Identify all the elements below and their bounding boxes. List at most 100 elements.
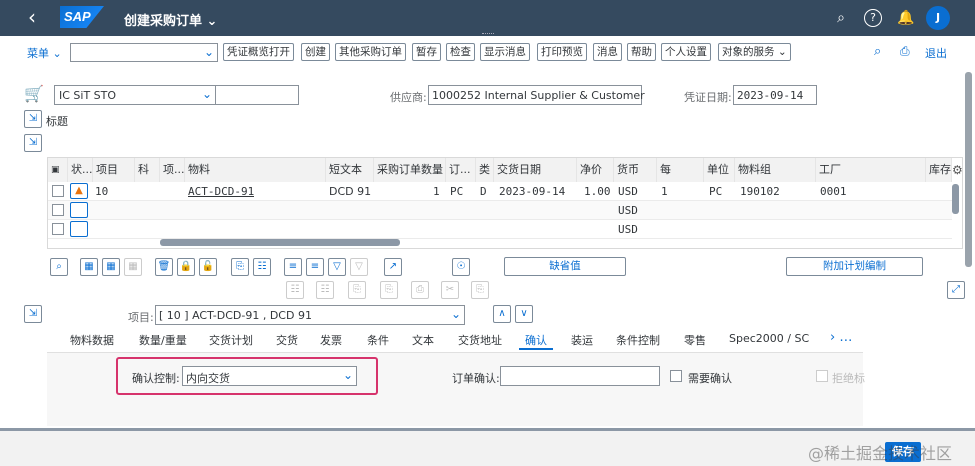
select-all-icon[interactable]: ▦ [80,258,98,276]
cell-short-text[interactable]: DCD 91 [329,182,371,201]
cell-qty[interactable]: 1 [433,182,440,201]
messages-button[interactable]: 消息 [593,43,622,61]
col-status[interactable]: 状... [68,158,93,182]
cell-delivery-date[interactable]: 2023-09-14 [499,182,565,201]
doc-date-field[interactable]: 2023-09-14 [733,85,817,105]
tab-delivery-schedule[interactable]: 交货计划 [209,332,253,348]
app-title[interactable]: 创建采购订单 ⌄ [124,10,217,29]
tree-expand-icon[interactable]: ☷ [316,281,334,299]
col-account[interactable]: 科 [135,158,160,182]
deselect-icon[interactable]: ▦ [102,258,120,276]
status-button[interactable] [70,202,88,218]
filter-icon[interactable]: ▽ [328,258,346,276]
conditions-icon[interactable]: ☉ [452,258,470,276]
tab-spec2000[interactable]: Spec2000 / SC [729,332,809,345]
sort-desc-icon[interactable]: ≡ [306,258,324,276]
hold-button[interactable]: 暂存 [412,43,441,61]
show-messages-button[interactable]: 显示消息 [480,43,530,61]
cell-net-price[interactable]: 1.00 [584,182,611,201]
unlock-icon[interactable]: 🔓 [199,258,217,276]
export-icon[interactable]: ↗ [384,258,402,276]
doc-type-select[interactable]: IC SiT STO ⌄ [54,85,216,105]
table-row[interactable]: ▲ 10 ACT-DCD-91 DCD 91 1 PC D 2023-09-14… [48,182,952,201]
printer-icon[interactable]: ⎙ [900,44,910,59]
paste-icon[interactable]: ⎘ [471,281,489,299]
cell-currency[interactable]: USD [618,182,638,201]
object-services-button[interactable]: 对象的服务 ⌄ [718,43,791,61]
col-cat[interactable]: 类 [476,158,494,182]
status-button[interactable] [70,221,88,237]
sort-asc-icon[interactable]: ≡ [284,258,302,276]
col-short-text[interactable]: 短文本 [326,158,374,182]
collapse-detail-icon[interactable]: ⇲ [24,305,42,323]
warning-icon[interactable]: ▲ [70,183,88,199]
additional-planning-button[interactable]: 附加计划编制 [786,257,923,276]
col-order-unit[interactable]: 订... [446,158,476,182]
col-item-cat[interactable]: 项... [160,158,185,182]
confirm-control-select[interactable]: 内向交货 ⌄ [182,366,357,386]
personal-settings-button[interactable]: 个人设置 [661,43,711,61]
tab-shipping[interactable]: 装运 [571,332,593,348]
prev-item-icon[interactable]: ∧ [493,305,511,323]
col-unit[interactable]: 单位 [704,158,735,182]
tab-retail[interactable]: 零售 [684,332,706,348]
po-number-field[interactable] [215,85,299,105]
bell-icon[interactable]: 🔔 [897,9,915,27]
col-material[interactable]: 物料 [185,158,326,182]
col-mat-group[interactable]: 物料组 [735,158,816,182]
col-item[interactable]: 项目 [93,158,135,182]
command-field[interactable]: ⌄ [70,43,218,62]
menu-button[interactable]: 菜单 ⌄ [27,45,62,61]
filter-clear-icon[interactable]: ▽ [350,258,368,276]
col-per[interactable]: 每 [657,158,704,182]
create-button[interactable]: 创建 [301,43,330,61]
cell-order-unit[interactable]: PC [450,182,463,201]
delete-icon[interactable]: 🗑 [155,258,173,276]
help-icon[interactable]: ? [864,9,882,27]
tab-more-icon[interactable]: › … [830,330,852,345]
order-confirm-field[interactable] [500,366,660,386]
row-checkbox[interactable] [52,223,64,235]
print-preview-button[interactable]: 打印预览 [537,43,587,61]
tab-quantity-weight[interactable]: 数量/重量 [139,332,187,348]
tab-delivery-address[interactable]: 交货地址 [458,332,502,348]
copy-icon[interactable]: ⎘ [231,258,249,276]
tab-material-data[interactable]: 物料数据 [70,332,114,348]
col-currency[interactable]: 货币 [614,158,657,182]
cell-mat-group[interactable]: 190102 [740,182,780,201]
exit-button[interactable]: 退出 [925,45,947,61]
tab-delivery[interactable]: 交货 [276,332,298,348]
select-all-icon[interactable]: ▣ [48,158,68,182]
next-item-icon[interactable]: ∨ [515,305,533,323]
col-po-qty[interactable]: 采购订单数量 [374,158,446,182]
structure-icon[interactable]: ☷ [253,258,271,276]
supplier-field[interactable]: 1000252 Internal Supplier & Customer [428,85,645,105]
check-button[interactable]: 检查 [446,43,475,61]
settings-gear-icon[interactable]: ⚙ [952,163,963,177]
col-net-price[interactable]: 净价 [577,158,614,182]
default-values-button[interactable]: 缺省值 [504,257,626,276]
col-plant[interactable]: 工厂 [816,158,926,182]
back-icon[interactable]: ‹ [28,6,50,28]
avatar[interactable]: J [926,6,950,30]
cell-currency[interactable]: USD [618,220,638,239]
expand-header-icon[interactable]: ⇲ [24,110,42,128]
other-po-button[interactable]: 其他采购订单 [335,43,406,61]
details-icon[interactable]: ⌕ [50,258,68,276]
table-row[interactable]: USD [48,201,952,220]
search-icon[interactable]: ⌕ [832,9,850,27]
tab-conditions[interactable]: 条件 [367,332,389,348]
tree-icon[interactable]: ☷ [286,281,304,299]
cell-cat[interactable]: D [480,182,487,201]
doc-edit-icon[interactable]: ⎘ [380,281,398,299]
tab-condition-control[interactable]: 条件控制 [616,332,660,348]
page-scrollbar[interactable] [965,72,972,267]
cell-plant[interactable]: 0001 [820,182,847,201]
confirm-required-checkbox[interactable] [670,370,682,382]
col-delivery-date[interactable]: 交货日期 [494,158,577,182]
tab-invoice[interactable]: 发票 [320,332,342,348]
print-icon[interactable]: ⎙ [411,281,429,299]
cell-per[interactable]: 1 [661,182,668,201]
cell-material[interactable]: ACT-DCD-91 [188,182,254,201]
cell-currency[interactable]: USD [618,201,638,220]
